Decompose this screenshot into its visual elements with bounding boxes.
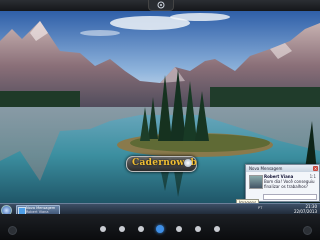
new-message-popup[interactable]: Nova Mensagem × Robert Viana 1:1 Bom dia…: [245, 164, 320, 202]
page-dot[interactable]: [214, 226, 220, 232]
app-launcher-button[interactable]: [148, 0, 174, 11]
clock[interactable]: 21:30 22/07/2013: [294, 204, 317, 214]
system-tray[interactable]: PT: [258, 206, 262, 210]
cadernoweb-logo: Cadernoweb: [126, 156, 197, 172]
popup-title: Nova Mensagem: [249, 166, 283, 171]
page-indicator: [0, 225, 320, 233]
page-dot[interactable]: [119, 226, 125, 232]
page-dot[interactable]: [138, 226, 144, 232]
reply-input[interactable]: [263, 194, 317, 200]
popup-header: Nova Mensagem ×: [246, 165, 319, 172]
close-icon[interactable]: ×: [313, 166, 318, 171]
page-dot[interactable]: [195, 226, 201, 232]
page-dot[interactable]: [176, 226, 182, 232]
logo-mouse-icon: [184, 159, 192, 167]
tablet-screen: Cadernoweb Nova Mensagem × Robert Viana …: [0, 0, 320, 240]
page-dot[interactable]: [100, 226, 106, 232]
page-dot[interactable]: [156, 225, 164, 233]
bottom-bezel: [0, 214, 320, 240]
message-text: Bom dia! Você conseguiu finalizar os tra…: [264, 179, 315, 189]
top-bar: [0, 0, 320, 11]
app-launcher-icon: [157, 1, 165, 9]
avatar: [249, 175, 263, 189]
